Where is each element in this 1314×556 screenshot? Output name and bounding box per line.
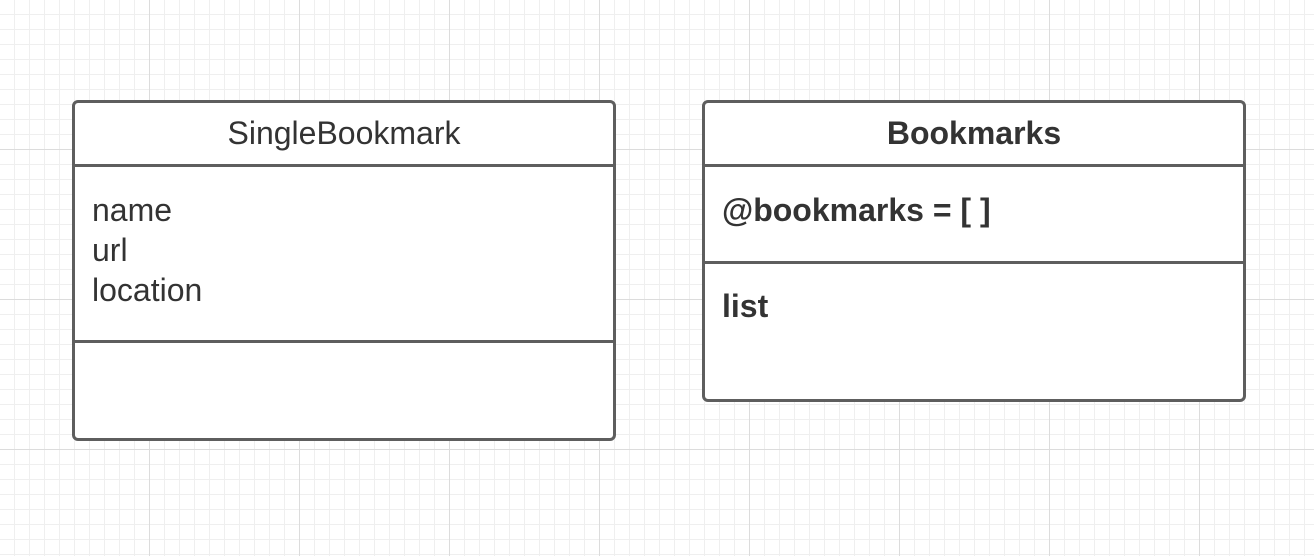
methods-section-singlebookmark xyxy=(75,343,613,438)
attribute-bookmarks-array: @bookmarks = [ ] xyxy=(722,192,991,228)
attribute-name: name xyxy=(92,192,173,228)
attribute-url: url xyxy=(92,232,128,268)
attributes-section-singlebookmark: name url location xyxy=(75,167,613,343)
attributes-section-bookmarks: @bookmarks = [ ] xyxy=(705,167,1243,264)
class-box-bookmarks[interactable]: Bookmarks @bookmarks = [ ] list xyxy=(702,100,1246,402)
class-name-bookmarks: Bookmarks xyxy=(705,103,1243,167)
methods-section-bookmarks: list xyxy=(705,264,1243,399)
attribute-location: location xyxy=(92,272,203,308)
method-list: list xyxy=(722,288,769,324)
class-box-singlebookmark[interactable]: SingleBookmark name url location xyxy=(72,100,616,441)
class-name-singlebookmark: SingleBookmark xyxy=(75,103,613,167)
